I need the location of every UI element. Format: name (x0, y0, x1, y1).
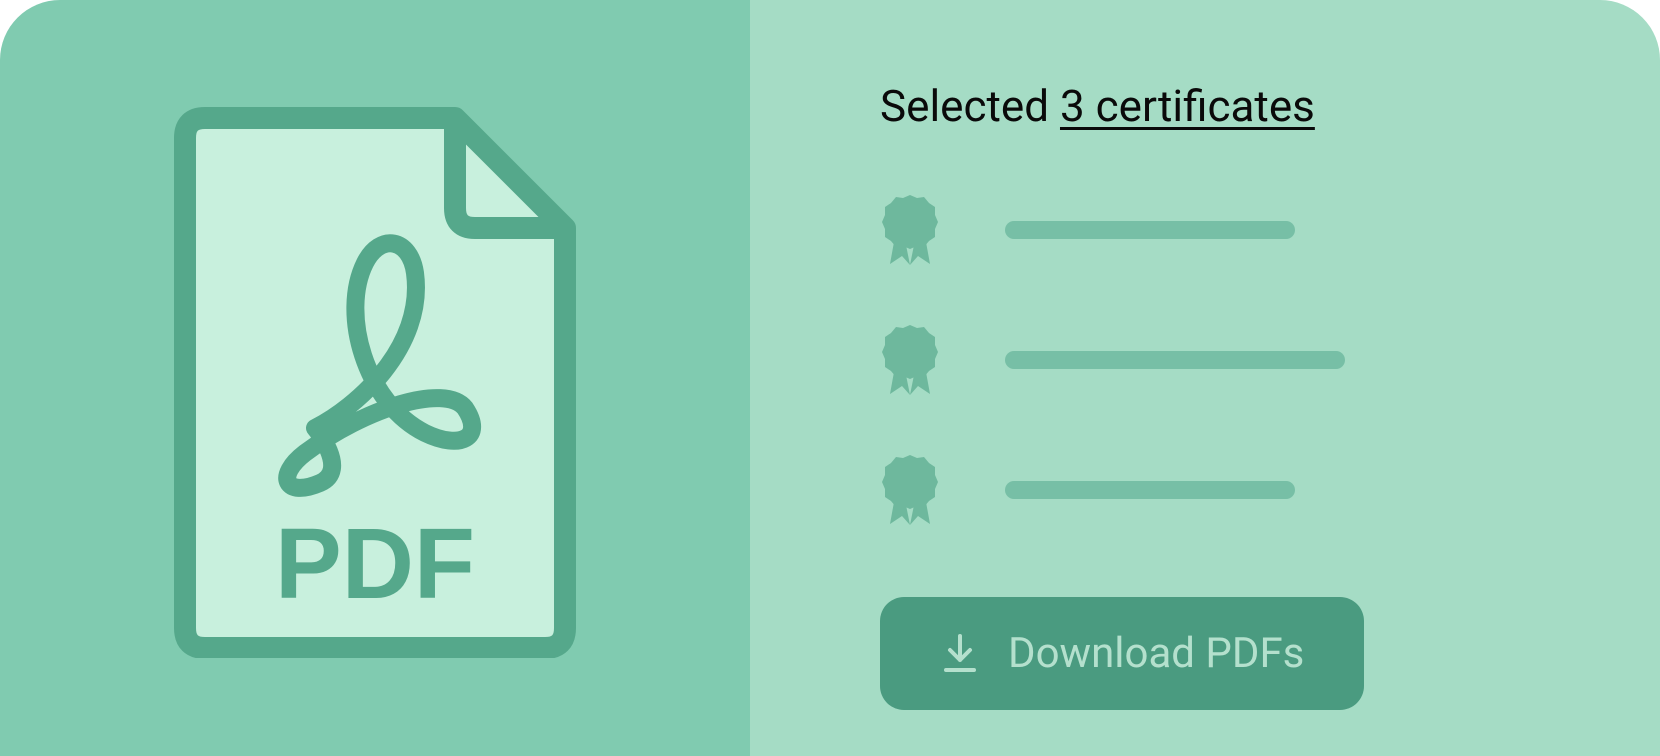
certificate-placeholder-line (1005, 221, 1295, 239)
certificate-placeholder-line (1005, 351, 1345, 369)
right-panel: Selected 3 certificates (750, 0, 1660, 756)
heading-prefix: Selected (880, 80, 1060, 132)
certificate-list-item (880, 322, 1580, 397)
download-pdfs-button[interactable]: Download PDFs (880, 597, 1364, 710)
pdf-file-label: PDF (275, 508, 475, 620)
download-button-label: Download PDFs (1008, 629, 1304, 678)
certificate-placeholder-line (1005, 481, 1295, 499)
certificate-badge-icon (880, 322, 940, 397)
main-container: PDF Selected 3 certificates (0, 0, 1660, 756)
download-icon (940, 632, 980, 676)
certificate-list-item (880, 452, 1580, 527)
certificate-list-item (880, 192, 1580, 267)
certificate-badge-icon (880, 192, 940, 267)
certificate-badge-icon (880, 452, 940, 527)
left-panel: PDF (0, 0, 750, 756)
certificate-list (880, 192, 1580, 527)
selection-heading: Selected 3 certificates (880, 80, 1580, 132)
pdf-file-icon: PDF (165, 98, 585, 658)
heading-count: 3 certificates (1060, 80, 1315, 132)
